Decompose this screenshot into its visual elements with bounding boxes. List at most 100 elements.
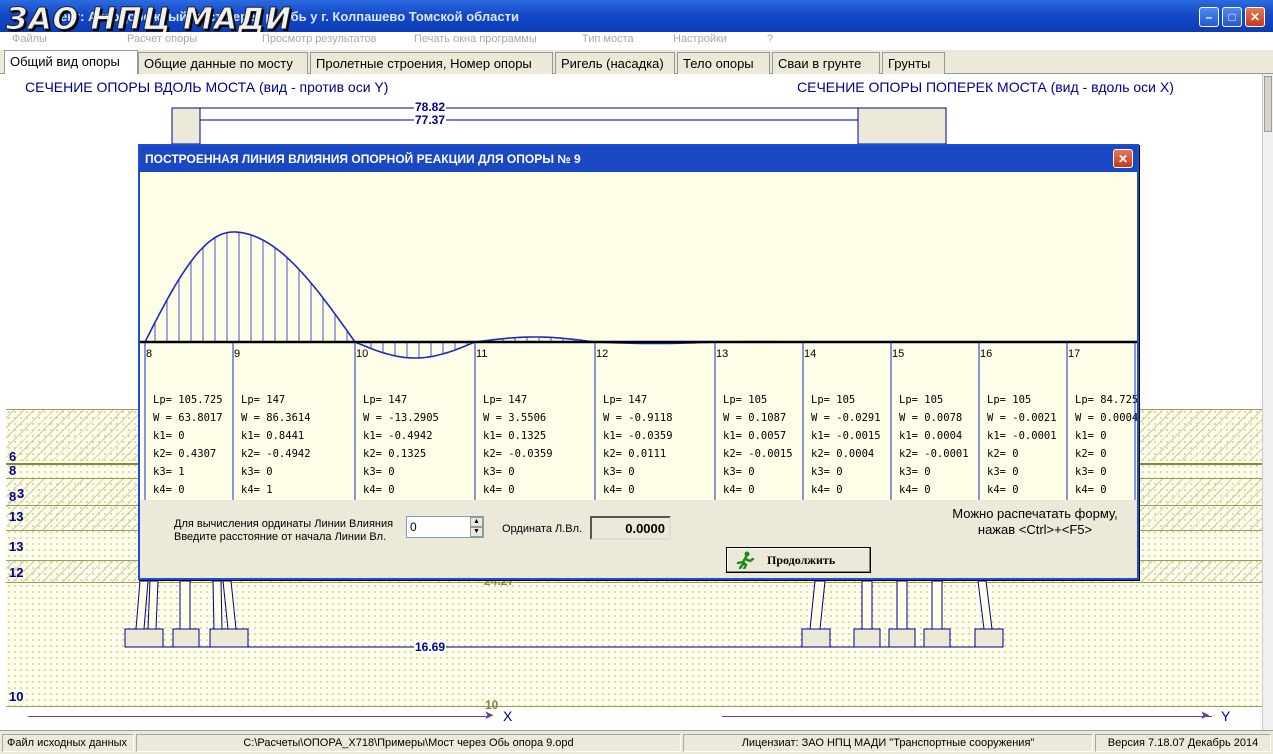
span-parameter: W = -0.0021 — [987, 412, 1057, 424]
menu-bridge-type[interactable]: Тип моста — [582, 33, 634, 45]
ordinate-label: Ордината Л.Вл. — [502, 523, 583, 535]
span-parameter: k2= 0.4307 — [153, 448, 216, 460]
span-parameter: k2= 0.0111 — [603, 448, 666, 460]
span-parameter: k3= 0 — [363, 466, 395, 478]
support-number: 8 — [146, 348, 152, 360]
x-axis-name: X — [503, 708, 513, 724]
support-number: 15 — [892, 348, 904, 360]
tab-bar: Общий вид опоры Общие данные по мосту Пр… — [0, 50, 1273, 75]
dialog-title-bar[interactable]: ПОСТРОЕННАЯ ЛИНИЯ ВЛИЯНИЯ ОПОРНОЙ РЕАКЦИ… — [140, 146, 1137, 172]
menu-help[interactable]: ? — [767, 33, 773, 45]
span-parameter: W = 0.0078 — [899, 412, 962, 424]
tab-crossbeam[interactable]: Ригель (насадка) — [555, 52, 675, 74]
span-parameter: W = 3.5506 — [483, 412, 546, 424]
status-license: Лицензиат: ЗАО НПЦ МАДИ "Транспортные со… — [683, 734, 1093, 752]
menu-files[interactable]: Файлы — [12, 33, 47, 45]
vertical-scrollbar[interactable] — [1262, 74, 1273, 730]
influence-line-chart: 8 Lp= 105.725 W = 63.8017 k1= 0 k2= 0.4307 k3… — [140, 172, 1137, 500]
span-parameter: W = 63.8017 — [153, 412, 223, 424]
layer-label: 8 — [9, 489, 17, 504]
span-parameter: W = -0.9118 — [603, 412, 673, 424]
layer-label: 10 — [9, 689, 24, 704]
dialog-close-button[interactable]: ✕ — [1113, 149, 1133, 168]
span-parameter: k3= 0 — [483, 466, 515, 478]
span-parameter: k2= 0.1325 — [363, 448, 426, 460]
tab-general-view[interactable]: Общий вид опоры — [4, 50, 138, 75]
span-parameter: k3= 0 — [811, 466, 843, 478]
layer-label: 13 — [9, 509, 24, 524]
tab-spans[interactable]: Пролетные строения, Номер опоры — [310, 52, 553, 74]
span-parameter: k1= -0.4942 — [363, 430, 433, 442]
span-parameter: k1= 0.1325 — [483, 430, 546, 442]
menu-print[interactable]: Печать окна программы — [414, 33, 537, 45]
span-parameter: Lp= 147 — [363, 394, 407, 406]
running-man-icon — [736, 551, 755, 569]
continue-button[interactable]: Продолжить — [726, 547, 871, 573]
status-mode: Файл исходных данных — [2, 734, 134, 752]
span-parameter: W = -0.0291 — [811, 412, 881, 424]
span-parameter: k3= 1 — [153, 466, 185, 478]
support-number: 17 — [1068, 348, 1080, 360]
span-parameter: W = 0.0004 — [1075, 412, 1137, 424]
tab-pier-body[interactable]: Тело опоры — [677, 52, 770, 74]
support-number: 12 — [596, 348, 608, 360]
span-parameter: k3= 0 — [1075, 466, 1107, 478]
layer-label: 8 — [9, 463, 17, 478]
status-version: Версия 7.18.07 Декабрь 2014 — [1095, 734, 1271, 752]
level-pile-bottom: 16.69 — [414, 640, 447, 654]
span-parameter: k4= 0 — [603, 484, 635, 496]
span-parameter: k1= 0 — [153, 430, 185, 442]
span-parameter: W = -13.2905 — [363, 412, 439, 424]
print-hint: Можно распечатать форму, нажав <Ctrl>+<F… — [952, 506, 1118, 537]
span-parameter: k4= 0 — [483, 484, 515, 496]
span-parameter: k3= 0 — [603, 466, 635, 478]
menu-results[interactable]: Просмотр результатов — [262, 33, 376, 45]
span-parameter: k4= 0 — [1075, 484, 1107, 496]
spin-down-icon[interactable]: ▼ — [470, 527, 483, 537]
span-parameter: k4= 0 — [899, 484, 931, 496]
tab-bridge-data[interactable]: Общие данные по мосту — [138, 52, 308, 74]
span-parameter: Lp= 84.725 — [1075, 394, 1137, 406]
menu-settings[interactable]: Настройки — [673, 33, 727, 45]
x-axis-arrow-icon: ➤ — [484, 708, 495, 722]
close-button[interactable]: ✕ — [1245, 7, 1265, 27]
span-parameter: k1= -0.0001 — [987, 430, 1057, 442]
span-parameter: k4= 0 — [723, 484, 755, 496]
spin-up-icon[interactable]: ▲ — [470, 517, 483, 527]
span-parameter: Lp= 105 — [987, 394, 1031, 406]
support-number: 10 — [356, 348, 368, 360]
minimize-button[interactable]: – — [1199, 7, 1219, 27]
span-parameter: W = 86.3614 — [241, 412, 311, 424]
span-parameter: k2= 0.0004 — [811, 448, 874, 460]
span-parameter: k3= 0 — [987, 466, 1019, 478]
menu-calc[interactable]: Расчет опоры — [127, 33, 197, 45]
support-number: 9 — [234, 348, 240, 360]
dialog-controls: Для вычисления ординаты Линии Влияния Вв… — [140, 500, 1137, 578]
span-parameter: k4= 0 — [987, 484, 1019, 496]
span-parameter: k4= 0 — [363, 484, 395, 496]
influence-line-dialog: ПОСТРОЕННАЯ ЛИНИЯ ВЛИЯНИЯ ОПОРНОЙ РЕАКЦИ… — [138, 144, 1139, 580]
distance-spinner[interactable]: ▲ ▼ — [406, 516, 484, 538]
status-bar: Файл исходных данных C:\Расчеты\ОПОРА_X7… — [0, 730, 1273, 754]
span-parameter: k4= 0 — [811, 484, 843, 496]
span-parameter: Lp= 105 — [811, 394, 855, 406]
span-parameter: k3= 0 — [241, 466, 273, 478]
x-axis-line — [28, 716, 490, 717]
influence-line-curve — [144, 231, 1135, 359]
span-parameter: Lp= 105.725 — [153, 394, 223, 406]
support-number: 1 — [1136, 348, 1137, 360]
distance-input[interactable] — [408, 518, 468, 536]
title-bar[interactable]: ект: Автодорожный мост через р. Обь у г.… — [0, 0, 1273, 38]
span-parameter: k2= -0.0359 — [483, 448, 553, 460]
span-parameter: Lp= 105 — [723, 394, 767, 406]
y-axis-arrow-icon: ➤ — [1200, 708, 1211, 722]
distance-label-1: Для вычисления ординаты Линии Влияния — [174, 518, 394, 530]
span-parameter: k2= -0.4942 — [241, 448, 311, 460]
layer-label: 6 — [9, 449, 17, 464]
span-parameter: k1= 0.8441 — [241, 430, 304, 442]
span-parameter: Lp= 147 — [483, 394, 527, 406]
scrollbar-thumb[interactable] — [1264, 76, 1272, 132]
maximize-button[interactable]: □ — [1222, 7, 1242, 27]
tab-soils[interactable]: Грунты — [882, 52, 945, 74]
tab-piles[interactable]: Сваи в грунте — [772, 52, 880, 74]
